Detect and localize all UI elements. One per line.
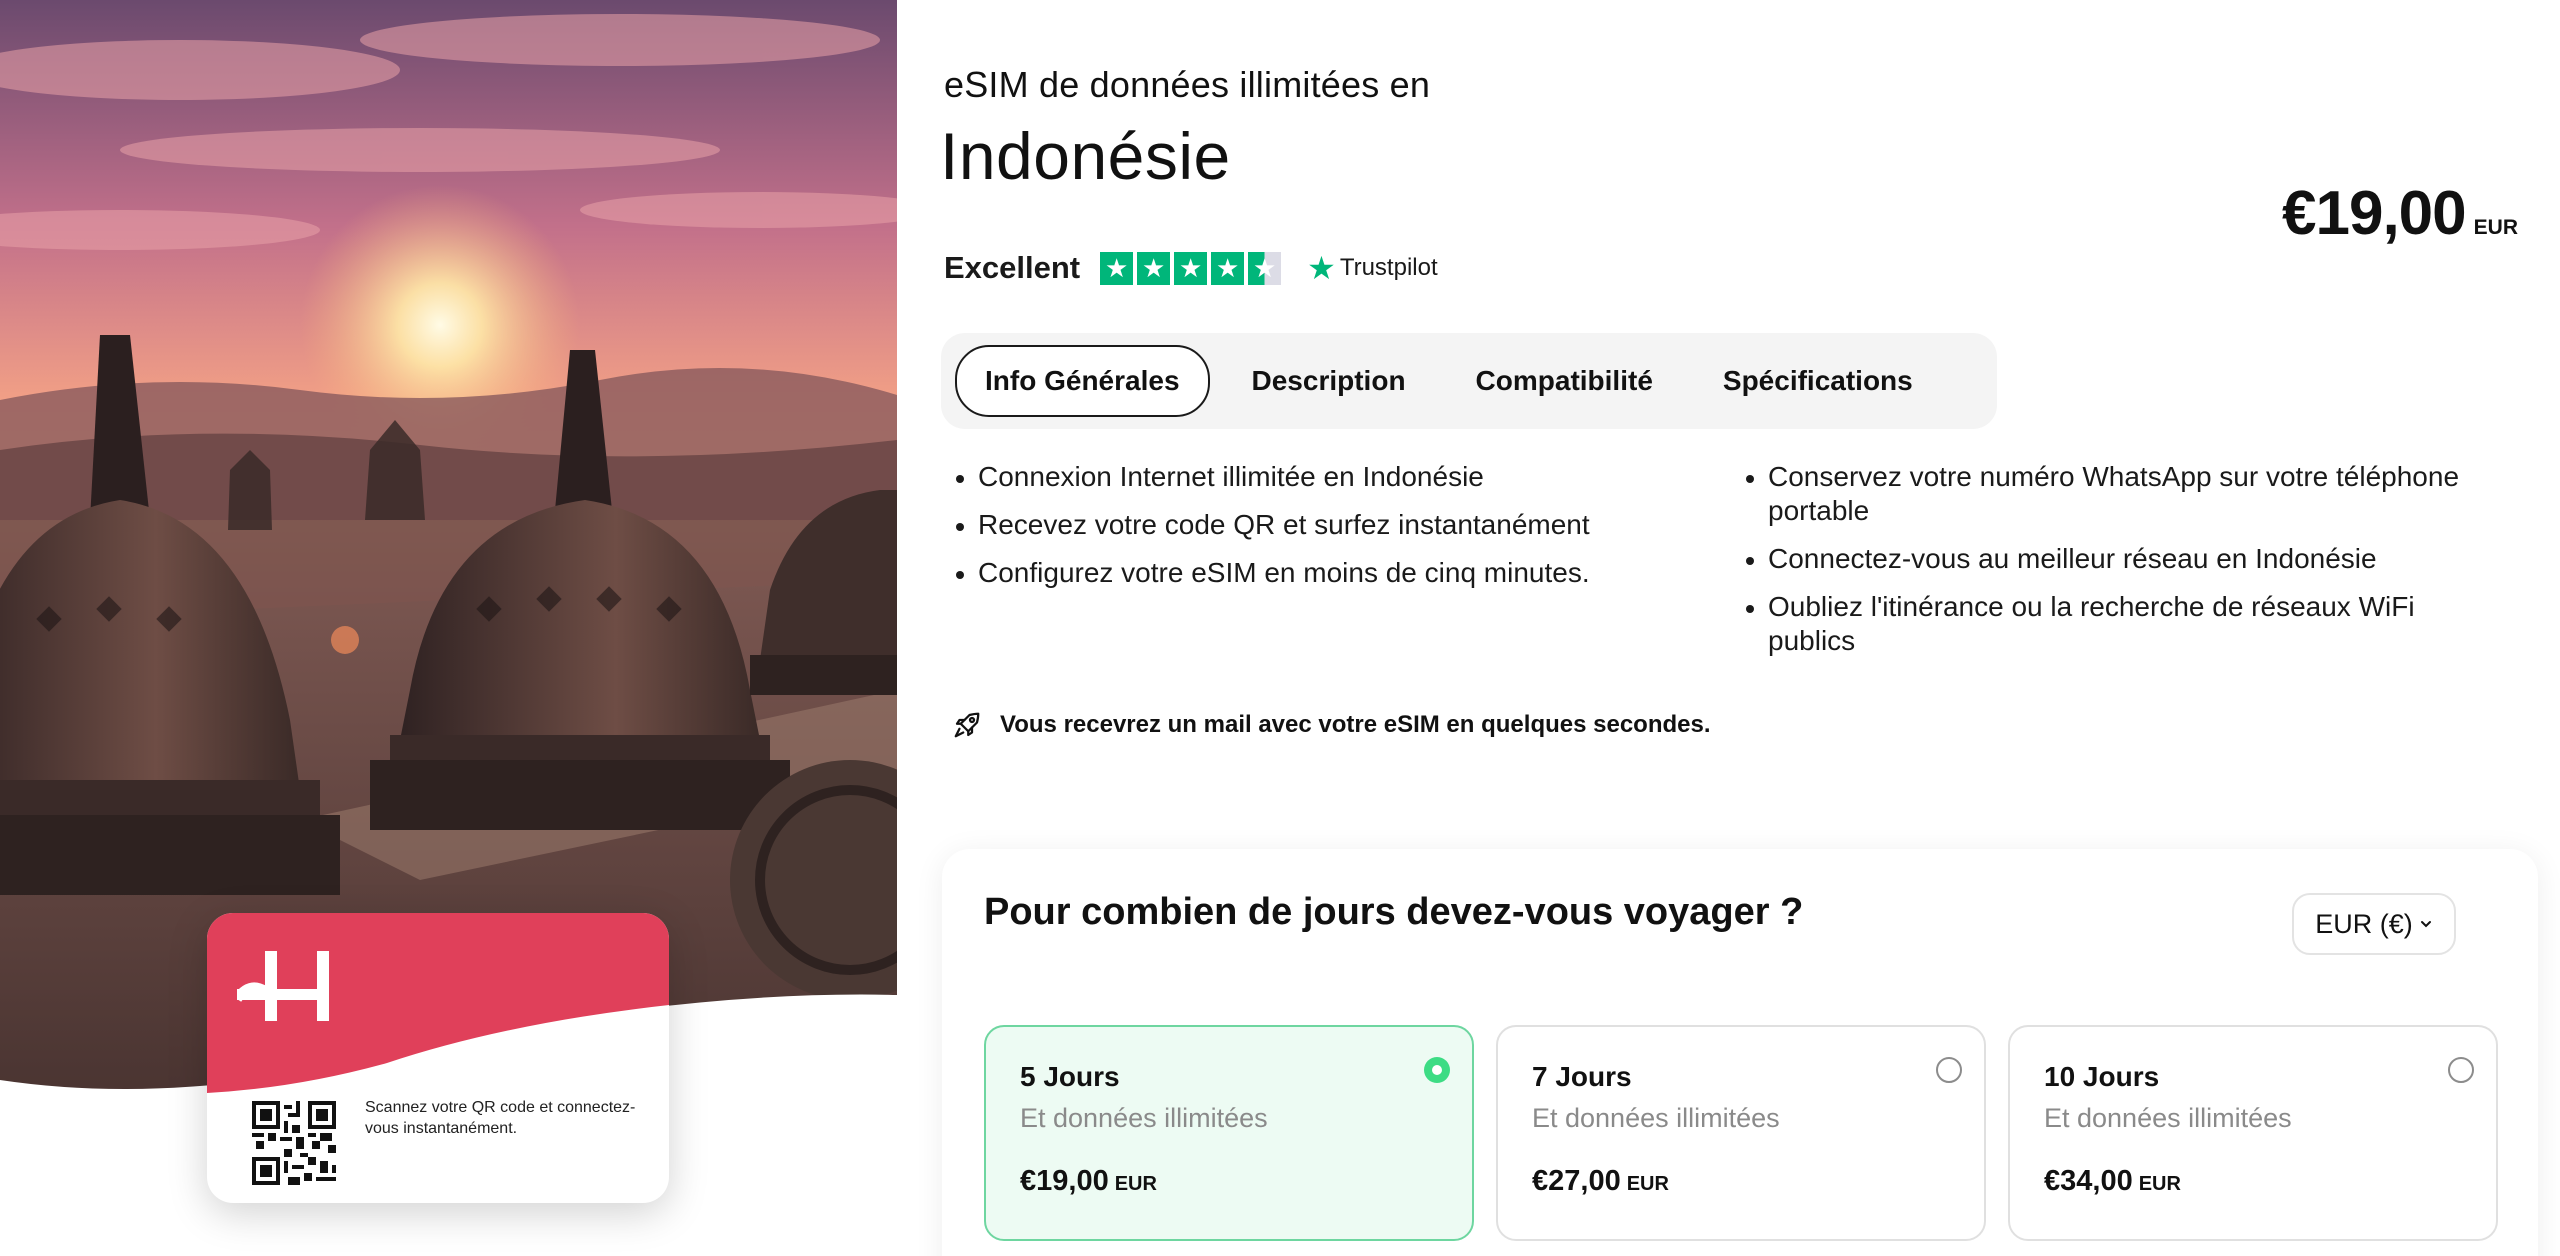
- plan-radio[interactable]: [1936, 1057, 1962, 1083]
- tab-compatibilite[interactable]: Compatibilité: [1448, 349, 1681, 413]
- brand-logo-icon: [237, 951, 329, 1021]
- plan-subtitle: Et données illimitées: [1020, 1103, 1268, 1133]
- product-subtitle: eSIM de données illimitées en: [944, 64, 1431, 105]
- plan-price-currency: EUR: [2138, 1173, 2181, 1195]
- half-star-icon: ★: [1248, 251, 1282, 285]
- star-icon: ★: [1174, 251, 1208, 285]
- rating-label: Excellent: [944, 250, 1081, 285]
- plan-option-7-days[interactable]: 7 Jours Et données illimitées €27,00 EUR: [1496, 1025, 1986, 1241]
- feature-column-right: Conservez votre numéro WhatsApp sur votr…: [1744, 460, 2504, 672]
- currency-select[interactable]: EUR (€): [2292, 893, 2456, 955]
- page-title: Indonésie: [940, 119, 1231, 193]
- plan-price-amount: €19,00: [1020, 1165, 1109, 1197]
- esim-card: Scannez votre QR code et connectez-vous …: [207, 913, 669, 1203]
- feature-item: Connexion Internet illimitée en Indonési…: [954, 460, 1744, 494]
- plan-subtitle: Et données illimitées: [1532, 1103, 1780, 1133]
- product-panel: eSIM de données illimitées en Indonésie …: [940, 0, 2540, 1256]
- mail-note: Vous recevrez un mail avec votre eSIM en…: [952, 710, 1711, 740]
- rating-stars: ★ ★ ★ ★ ★: [1100, 251, 1282, 285]
- price-amount: €19,00: [2282, 179, 2467, 248]
- tab-info-generales[interactable]: Info Générales: [955, 345, 1210, 417]
- qr-code-icon: [252, 1101, 336, 1185]
- plan-option-5-days[interactable]: 5 Jours Et données illimitées €19,00 EUR: [984, 1025, 1474, 1241]
- chevron-down-icon: [2420, 921, 2431, 928]
- plan-options: 5 Jours Et données illimitées €19,00 EUR…: [984, 1025, 2498, 1241]
- sim-card-caption: Scannez votre QR code et connectez-vous …: [365, 1099, 636, 1137]
- plan-subtitle: Et données illimitées: [2044, 1103, 2292, 1133]
- feature-item: Oubliez l'itinérance ou la recherche de …: [1744, 590, 2504, 658]
- plan-price: €19,00 EUR: [1020, 1165, 1157, 1198]
- currency-select-value: EUR (€): [2315, 908, 2413, 939]
- rocket-icon: [954, 712, 980, 738]
- star-icon: ★: [1137, 251, 1171, 285]
- product-price: €19,00 EUR: [2282, 178, 2518, 249]
- trustpilot-logo: ★ Trustpilot: [1307, 252, 1438, 284]
- feature-column-left: Connexion Internet illimitée en Indonési…: [954, 460, 1744, 672]
- duration-question: Pour combien de jours devez-vous voyager…: [984, 891, 1804, 933]
- plan-title: 7 Jours: [1532, 1061, 1632, 1092]
- trustpilot-rating[interactable]: Excellent ★ ★ ★ ★ ★ ★ Trustpilot: [944, 250, 1438, 286]
- mail-note-text: Vous recevrez un mail avec votre eSIM en…: [1000, 711, 1711, 738]
- star-icon: ★: [1211, 251, 1245, 285]
- feature-item: Connectez-vous au meilleur réseau en Ind…: [1744, 542, 2504, 576]
- plan-radio[interactable]: [2448, 1057, 2474, 1083]
- plan-price: €34,00 EUR: [2044, 1165, 2181, 1198]
- price-currency: EUR: [2473, 216, 2518, 239]
- feature-list: Connexion Internet illimitée en Indonési…: [954, 460, 2534, 672]
- tab-description[interactable]: Description: [1224, 349, 1434, 413]
- trustpilot-star-icon: ★: [1307, 250, 1336, 286]
- plan-option-10-days[interactable]: 10 Jours Et données illimitées €34,00 EU…: [2008, 1025, 2498, 1241]
- plan-price-amount: €27,00: [1532, 1165, 1621, 1197]
- hero-image: Scannez votre QR code et connectez-vous …: [0, 0, 897, 1256]
- feature-item: Conservez votre numéro WhatsApp sur votr…: [1744, 460, 2504, 528]
- plan-price-amount: €34,00: [2044, 1165, 2133, 1197]
- plan-price-currency: EUR: [1114, 1173, 1157, 1195]
- plan-price-currency: EUR: [1626, 1173, 1669, 1195]
- info-tabs: Info Générales Description Compatibilité…: [941, 333, 1997, 429]
- feature-item: Recevez votre code QR et surfez instanta…: [954, 508, 1744, 542]
- plan-title: 5 Jours: [1020, 1061, 1120, 1092]
- star-icon: ★: [1100, 251, 1134, 285]
- trustpilot-label: Trustpilot: [1339, 254, 1438, 281]
- tab-specifications[interactable]: Spécifications: [1695, 349, 1941, 413]
- duration-selector: Pour combien de jours devez-vous voyager…: [942, 849, 2538, 1256]
- plan-title: 10 Jours: [2044, 1061, 2160, 1092]
- feature-item: Configurez votre eSIM en moins de cinq m…: [954, 556, 1744, 590]
- plan-price: €27,00 EUR: [1532, 1165, 1669, 1198]
- plan-radio[interactable]: [1424, 1057, 1450, 1083]
